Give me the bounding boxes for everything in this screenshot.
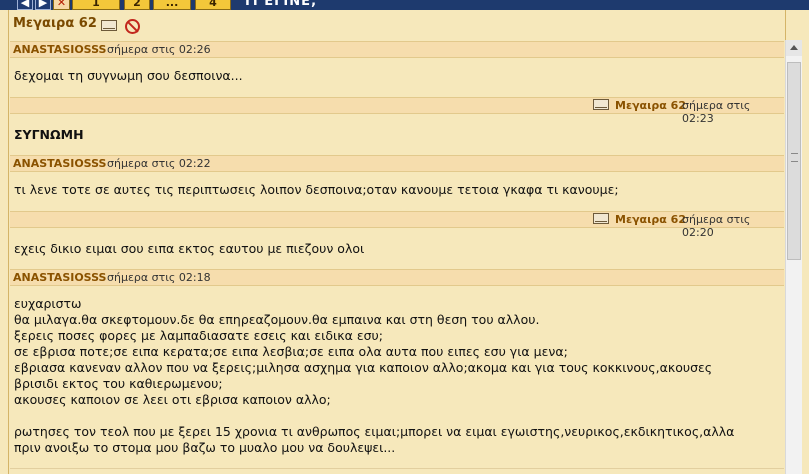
post-message: ΣΥΓΝΩΜΗ — [14, 127, 84, 142]
no-mail-icon[interactable] — [125, 19, 140, 34]
post-time: σήμερα στις 02:23 — [682, 99, 751, 125]
post-message: τι λενε τοτε σε αυτες τις περιπτωσεις λο… — [14, 182, 619, 197]
next-page-button[interactable]: ▶ — [35, 0, 51, 10]
conversation-partner-name[interactable]: Μεγαιρα 62 — [13, 16, 97, 31]
page-ellipsis[interactable]: ... — [153, 0, 191, 10]
envelope-icon[interactable] — [593, 99, 609, 110]
scrollbar[interactable] — [785, 40, 802, 474]
envelope-icon[interactable] — [101, 20, 117, 31]
post-header: ANASTASIOSSS σήμερα στις 02:18 — [10, 269, 784, 286]
envelope-icon[interactable] — [593, 213, 609, 224]
first-page-button[interactable]: ◀ — [17, 0, 33, 10]
post-message: δεχομαι τη συγνωμη σου δεσποινα... — [14, 68, 243, 83]
post-time: σήμερα στις 02:18 — [107, 271, 211, 284]
post-header: ANASTASIOSSS σήμερα στις 02:22 — [10, 155, 784, 172]
post-message: ευχαριστω θα μιλαγα.θα σκεφτομουν.δε θα … — [14, 296, 735, 455]
post-message: εχεις δικιο ειμαι σου ειπα εκτος εαυτου … — [14, 241, 365, 256]
post-time: σήμερα στις 02:20 — [682, 213, 751, 239]
post-author[interactable]: ANASTASIOSSS — [13, 43, 106, 56]
scroll-up-arrow-icon[interactable] — [786, 40, 802, 56]
topic-title: ΤΙ ΕΓΙΝΕ; — [243, 0, 318, 9]
page-2-button[interactable]: 2 — [124, 0, 150, 10]
post-author[interactable]: Μεγαιρα 62 — [615, 99, 686, 112]
close-button[interactable]: ✕ — [53, 0, 70, 10]
pagination-bar: ◀ ▶ ✕ 1 2 ... 4 ΤΙ ΕΓΙΝΕ; — [0, 0, 809, 10]
scroll-thumb[interactable] — [787, 62, 801, 260]
post-time: σήμερα στις 02:26 — [107, 43, 211, 56]
post-header: Μεγαιρα 62 σήμερα στις 02:23 — [10, 97, 784, 125]
post-author[interactable]: ANASTASIOSSS — [13, 157, 106, 170]
page-4-button[interactable]: 4 — [195, 0, 231, 10]
post-header: Μεγαιρα 62 σήμερα στις 02:20 — [10, 211, 784, 239]
page-1-button[interactable]: 1 — [72, 0, 120, 10]
post-author[interactable]: ANASTASIOSSS — [13, 271, 106, 284]
post-time: σήμερα στις 02:22 — [107, 157, 211, 170]
post-author[interactable]: Μεγαιρα 62 — [615, 213, 686, 226]
post-header: ANASTASIOSSS σήμερα στις 02:26 — [10, 41, 784, 58]
post-divider — [10, 468, 784, 469]
